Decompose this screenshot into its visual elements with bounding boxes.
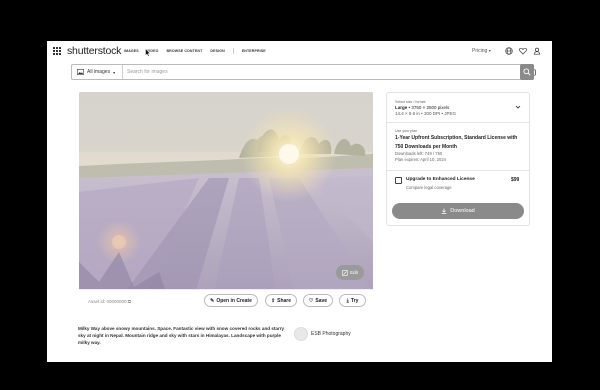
edit-sparkle-icon [342, 269, 349, 276]
asset-id-label: Asset id: 00000000 [88, 299, 127, 304]
chevron-down-icon: ▾ [113, 69, 116, 75]
app-window: shutterstock IMAGES VIDEO BROWSE CONTENT… [47, 41, 552, 362]
try-label: Try [350, 297, 359, 304]
divider [387, 170, 529, 171]
open-in-create-button[interactable]: ✎ Open in Create [204, 294, 258, 307]
size-pixels: • 3750 × 2500 pixels [408, 105, 450, 110]
nav-item-browse-content[interactable]: BROWSE CONTENT [166, 49, 202, 54]
search-button[interactable] [520, 64, 534, 80]
share-button[interactable]: ⇪ Share [265, 294, 297, 307]
contributor-name[interactable]: ESB Photography [311, 331, 351, 337]
asset-id: Asset id: 00000000 ⧉ [88, 299, 131, 304]
plan-expires: Plan expires: April 10, 2024 [395, 157, 446, 162]
search-icon [523, 68, 531, 76]
save-label: Save [315, 297, 328, 304]
lavender-field-photo [79, 92, 373, 314]
download-button[interactable]: Download [392, 203, 524, 219]
size-format-label: Select size / format [395, 100, 426, 104]
size-name: Large [395, 105, 408, 110]
heart-icon: ♡ [308, 297, 314, 304]
contributor-avatar[interactable] [294, 327, 308, 341]
license-panel: Select size / format Large • 3750 × 2500… [386, 92, 530, 226]
search-input[interactable] [127, 67, 507, 77]
search-bar: All images ▾ [71, 64, 536, 80]
share-icon: ⇪ [270, 297, 276, 304]
image-type-label: All images [87, 69, 111, 75]
copy-icon[interactable]: ⧉ [128, 299, 131, 304]
plan-label: Use your plan [395, 129, 418, 133]
download-icon [441, 208, 447, 214]
image-type-dropdown[interactable]: All images ▾ [72, 65, 123, 79]
user-account-icon[interactable] [533, 47, 541, 55]
globe-icon[interactable] [505, 47, 513, 55]
asset-preview-image[interactable] [79, 92, 373, 314]
heart-icon[interactable] [519, 47, 527, 55]
create-icon: ✎ [210, 297, 215, 304]
enhanced-license-label[interactable]: Upgrade to Enhanced License [406, 177, 475, 182]
image-icon [77, 69, 84, 75]
open-in-create-label: Open in Create [216, 297, 252, 304]
image-description: Milky Way above snowy mountains. Space. … [78, 326, 285, 345]
pricing-label: Pricing [472, 48, 488, 54]
asset-actions-bar: Asset id: 00000000 ⧉ ✎ Open in Create ⇪ … [79, 289, 373, 314]
nav-divider [232, 48, 234, 54]
top-navigation: shutterstock IMAGES VIDEO BROWSE CONTENT… [47, 41, 552, 62]
pricing-dropdown[interactable]: Pricing ▾ [472, 48, 491, 54]
edit-label: Edit [350, 270, 358, 275]
enhanced-license-checkbox[interactable] [395, 177, 402, 184]
downloads-left: Downloads left: 749 / 750 [395, 151, 443, 156]
download-icon: ⤓ [346, 297, 349, 304]
mouse-cursor-icon [145, 48, 151, 57]
chevron-down-icon[interactable] [515, 104, 521, 110]
shutterstock-logo[interactable]: shutterstock [67, 45, 121, 57]
divider [387, 122, 529, 123]
plan-title: 1-Year Upfront Subscription, Standard Li… [395, 135, 518, 150]
nav-item-images[interactable]: IMAGES [124, 49, 139, 54]
enhanced-license-price: $99 [511, 177, 520, 183]
nav-item-design[interactable]: DESIGN [210, 49, 224, 54]
share-label: Share [277, 297, 292, 304]
size-dimensions: 14.4 × 9.6 in • 300 DPI • JPEG [395, 111, 457, 116]
try-button[interactable]: ⤓ Try [339, 294, 366, 307]
nav-item-enterprise[interactable]: ENTERPRISE [242, 49, 266, 54]
chevron-down-icon: ▾ [488, 48, 491, 53]
apps-grid-icon[interactable] [53, 47, 61, 55]
edit-image-button[interactable]: Edit [336, 265, 364, 280]
save-button[interactable]: ♡ Save [303, 294, 333, 307]
compare-legal-coverage-link[interactable]: Compare legal coverage [406, 185, 452, 190]
download-label: Download [450, 208, 475, 214]
size-selector[interactable]: Large • 3750 × 2500 pixels [395, 105, 449, 110]
